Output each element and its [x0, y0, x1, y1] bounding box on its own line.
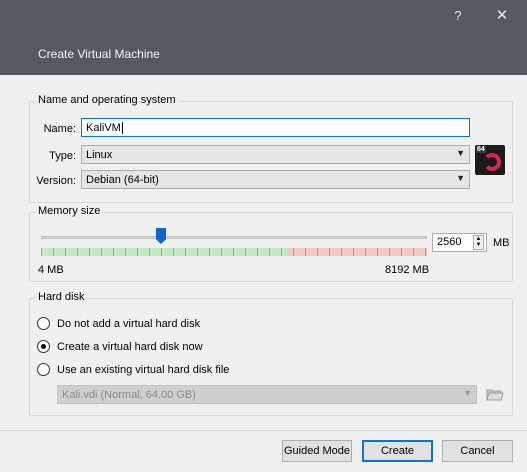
memory-max-label: 8192 MB [385, 264, 430, 276]
version-label: Version: [36, 175, 76, 187]
debian-swirl-icon [483, 153, 501, 171]
memory-unit: MB [493, 237, 510, 249]
memory-value: 2560 [437, 236, 462, 248]
chevron-down-icon: ▼ [463, 388, 472, 398]
create-disk-label: Create a virtual hard disk now [57, 341, 203, 353]
name-label: Name: [43, 123, 76, 135]
hard-disk-legend: Hard disk [36, 291, 87, 303]
spin-arrows-icon[interactable]: ▲ ▼ [473, 235, 484, 250]
no-disk-label: Do not add a virtual hard disk [57, 318, 201, 330]
create-button[interactable]: Create [362, 440, 433, 462]
text-caret [121, 121, 123, 134]
no-disk-radio[interactable] [37, 317, 50, 330]
chevron-down-icon: ▼ [456, 173, 465, 183]
cancel-button[interactable]: Cancel [442, 440, 513, 462]
help-button[interactable]: ? [440, 0, 476, 30]
type-value: Linux [86, 148, 113, 161]
type-select[interactable]: Linux ▼ [81, 145, 470, 164]
window-title: Create Virtual Machine [38, 47, 160, 61]
type-label: Type: [49, 150, 76, 162]
existing-disk-label: Use an existing virtual hard disk file [57, 364, 230, 376]
debian-os-icon: 64 [475, 145, 505, 175]
name-os-legend: Name and operating system [36, 94, 178, 106]
create-disk-radio[interactable] [37, 340, 50, 353]
version-value: Debian (64-bit) [86, 173, 159, 186]
guided-mode-button[interactable]: Guided Mode [282, 440, 352, 462]
chevron-down-icon: ▼ [456, 148, 465, 158]
memory-scale-ticks [41, 248, 427, 256]
title-bar: ? ✕ Create Virtual Machine [0, 0, 527, 75]
memory-min-label: 4 MB [38, 264, 64, 276]
os-arch-badge: 64 [476, 146, 486, 153]
memory-slider-track[interactable] [41, 236, 427, 239]
existing-disk-value: Kali.vdi (Normal, 64.00 GB) [62, 388, 196, 401]
footer-divider [0, 430, 527, 431]
memory-spinbox[interactable]: 2560 ▲ ▼ [432, 233, 487, 252]
name-value: KaliVM [86, 121, 121, 134]
close-button[interactable]: ✕ [484, 0, 520, 30]
folder-browse-icon[interactable] [486, 386, 504, 402]
existing-disk-radio[interactable] [37, 363, 50, 376]
name-input[interactable]: KaliVM [81, 118, 470, 137]
memory-legend: Memory size [36, 205, 103, 217]
version-select[interactable]: Debian (64-bit) ▼ [81, 170, 470, 189]
existing-disk-select[interactable]: Kali.vdi (Normal, 64.00 GB) ▼ [57, 385, 477, 404]
